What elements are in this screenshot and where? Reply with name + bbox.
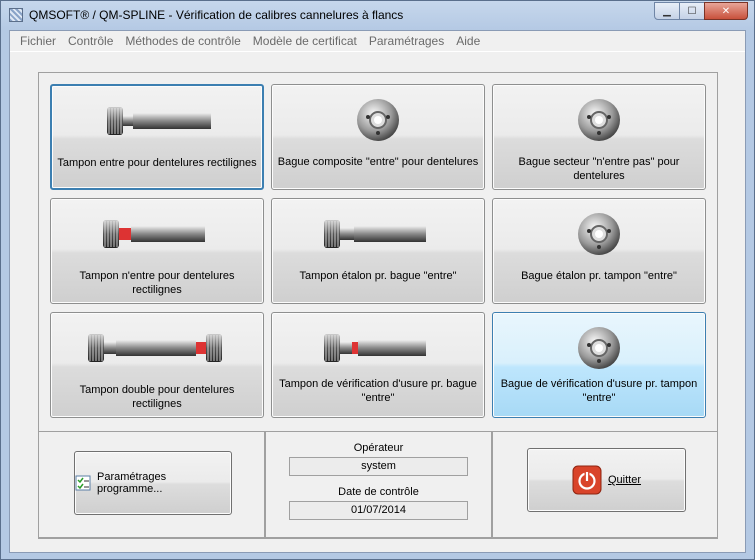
checklist-icon [75, 475, 91, 491]
operator-field[interactable]: system [289, 457, 468, 476]
quit-panel: Quitter [492, 431, 718, 538]
plug-gauge-go-icon [272, 209, 484, 259]
menu-parametrages[interactable]: Paramétrages [363, 34, 450, 48]
tile-tampon-etalon-bague-entre[interactable]: Tampon étalon pr. bague "entre" [271, 198, 485, 304]
settings-button[interactable]: Paramétrages programme... [74, 451, 232, 515]
tile-tampon-double[interactable]: Tampon double pour dentelures rectiligne… [50, 312, 264, 418]
tile-bague-verification-usure[interactable]: Bague de vérification d'usure pr. tampon… [492, 312, 706, 418]
tile-label: Bague de vérification d'usure pr. tampon… [500, 378, 698, 404]
quit-button[interactable]: Quitter [527, 448, 686, 512]
minimize-icon: ▁ [663, 5, 671, 17]
tile-tampon-verification-usure[interactable]: Tampon de vérification d'usure pr. bague… [271, 312, 485, 418]
client-area: Fichier Contrôle Méthodes de contrôle Mo… [9, 30, 746, 553]
app-icon[interactable] [9, 8, 23, 22]
tile-tampon-entre[interactable]: Tampon entre pour dentelures rectilignes [50, 84, 264, 190]
tile-label: Tampon de vérification d'usure pr. bague… [279, 378, 477, 404]
close-button[interactable]: ✕ [704, 2, 748, 20]
ring-gauge-icon [493, 323, 705, 373]
tile-bague-secteur-nentre-pas[interactable]: Bague secteur "n'entre pas" pour dentelu… [492, 84, 706, 190]
double-plug-gauge-icon [51, 323, 263, 373]
ring-gauge-icon [272, 95, 484, 145]
tile-label: Tampon n'entre pour dentelures rectilign… [79, 270, 235, 296]
tile-label: Tampon double pour dentelures rectiligne… [79, 384, 235, 410]
maximize-button[interactable]: ☐ [679, 2, 705, 20]
menu-controle[interactable]: Contrôle [62, 34, 119, 48]
ring-gauge-icon [493, 209, 705, 259]
maximize-icon: ☐ [687, 5, 697, 17]
menu-modele-certificat[interactable]: Modèle de certificat [247, 34, 363, 48]
close-icon: ✕ [721, 5, 731, 17]
title-bar[interactable]: QMSOFT® / QM-SPLINE - Vérification de ca… [1, 1, 754, 29]
tile-label: Tampon entre pour dentelures rectilignes [57, 157, 257, 169]
date-field[interactable]: 01/07/2014 [289, 501, 468, 520]
tile-label: Tampon étalon pr. bague "entre" [299, 270, 457, 282]
date-label: Date de contrôle [338, 486, 419, 498]
tile-label: Bague composite "entre" pour dentelures [277, 156, 479, 168]
operator-panel: Opérateur system Date de contrôle 01/07/… [265, 431, 492, 538]
plug-gauge-nogo-icon [51, 209, 263, 259]
ring-gauge-icon [493, 95, 705, 145]
menu-methodes[interactable]: Méthodes de contrôle [119, 34, 246, 48]
menu-aide[interactable]: Aide [450, 34, 486, 48]
window-controls: ▁ ☐ ✕ [654, 2, 748, 20]
menu-fichier[interactable]: Fichier [14, 34, 62, 48]
power-icon [572, 465, 602, 495]
quit-button-label: Quitter [607, 474, 641, 486]
tile-label: Bague secteur "n'entre pas" pour dentelu… [518, 156, 680, 182]
tile-tampon-nentre[interactable]: Tampon n'entre pour dentelures rectilign… [50, 198, 264, 304]
plug-gauge-go-icon [52, 96, 262, 146]
menu-bar: Fichier Contrôle Méthodes de contrôle Mo… [10, 31, 745, 52]
window-title: QMSOFT® / QM-SPLINE - Vérification de ca… [29, 8, 404, 22]
settings-button-label: Paramétrages programme... [97, 471, 167, 495]
minimize-button[interactable]: ▁ [654, 2, 680, 20]
tile-bague-composite-entre[interactable]: Bague composite "entre" pour dentelures [271, 84, 485, 190]
plug-gauge-nogo-icon [272, 323, 484, 373]
settings-panel: Paramétrages programme... [38, 431, 265, 538]
operator-label: Opérateur [353, 442, 404, 454]
tile-bague-etalon-tampon-entre[interactable]: Bague étalon pr. tampon "entre" [492, 198, 706, 304]
app-window: QMSOFT® / QM-SPLINE - Vérification de ca… [0, 0, 755, 560]
tile-label: Bague étalon pr. tampon "entre" [521, 270, 677, 282]
